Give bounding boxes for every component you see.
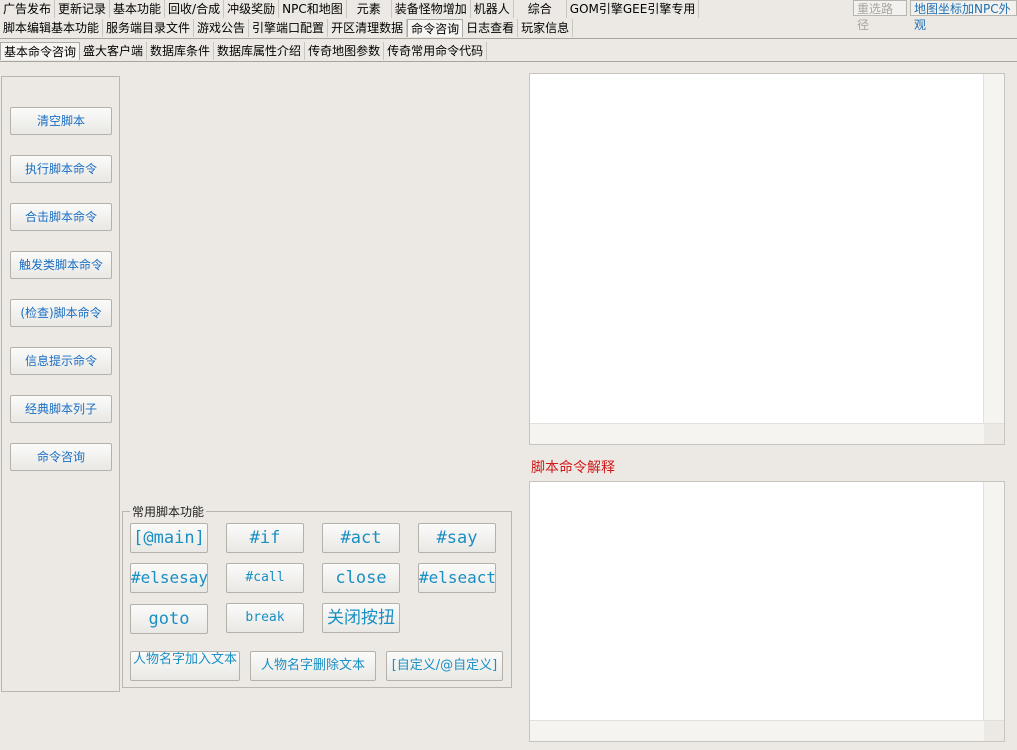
message-command-button[interactable]: 信息提示命令 xyxy=(10,347,112,375)
reselect-path-button[interactable]: 重选路径 xyxy=(853,0,907,32)
tab-npc-map[interactable]: NPC和地图 xyxy=(279,0,347,18)
custom-label-button[interactable]: [自定义/@自定义] xyxy=(386,651,503,681)
subtab-db-attributes[interactable]: 数据库属性介绍 xyxy=(214,42,306,60)
tab-robot[interactable]: 机器人 xyxy=(470,0,514,18)
tab-clear-data[interactable]: 开区清理数据 xyxy=(328,19,408,37)
explanation-textarea[interactable] xyxy=(529,481,1005,742)
tab-server-directory[interactable]: 服务端目录文件 xyxy=(103,19,195,37)
tab-player-info[interactable]: 玩家信息 xyxy=(518,19,574,37)
tab-update-log[interactable]: 更新记录 xyxy=(55,0,111,18)
combo-script-button[interactable]: 合击脚本命令 xyxy=(10,203,112,231)
command-consult-button[interactable]: 命令咨询 xyxy=(10,443,112,471)
clear-script-button[interactable]: 清空脚本 xyxy=(10,107,112,135)
tab-script-edit[interactable]: 脚本编辑基本功能 xyxy=(0,19,104,37)
command-explanation-label: 脚本命令解释 xyxy=(531,460,615,476)
subtab-shanda-client[interactable]: 盛大客户端 xyxy=(80,42,148,60)
if-button[interactable]: #if xyxy=(226,523,304,553)
call-button[interactable]: #call xyxy=(226,563,304,593)
elsesay-button[interactable]: #elsesay xyxy=(130,563,208,593)
trigger-script-button[interactable]: 触发类脚本命令 xyxy=(10,251,112,279)
explanation-horizontal-scrollbar[interactable] xyxy=(530,720,1004,741)
explanation-vertical-scrollbar[interactable] xyxy=(983,482,1004,721)
group-title: 常用脚本功能 xyxy=(130,503,207,520)
tab-element[interactable]: 元素 xyxy=(346,0,392,18)
script-textarea[interactable] xyxy=(529,73,1005,445)
tab-command-consult[interactable]: 命令咨询 xyxy=(407,19,464,37)
act-button[interactable]: #act xyxy=(322,523,400,553)
map-coordinate-button[interactable]: 地图坐标加NPC外观 xyxy=(910,0,1017,32)
check-script-button[interactable]: (检查)脚本命令 xyxy=(10,299,112,327)
sub-tab-row: 基本命令咨询 盛大客户端 数据库条件 数据库属性介绍 传奇地图参数 传奇常用命令代码 xyxy=(0,42,488,61)
close-dialog-button[interactable]: 关闭按扭 xyxy=(322,603,400,633)
elseact-button[interactable]: #elseact xyxy=(418,563,496,593)
subtab-basic-commands[interactable]: 基本命令咨询 xyxy=(0,42,81,60)
subtab-db-conditions[interactable]: 数据库条件 xyxy=(147,42,215,60)
tab-general[interactable]: 综合 xyxy=(513,0,567,18)
remove-name-from-text-button[interactable]: 人物名字删除文本 xyxy=(250,651,376,681)
say-button[interactable]: #say xyxy=(418,523,496,553)
execute-script-button[interactable]: 执行脚本命令 xyxy=(10,155,112,183)
tab-gom-engine[interactable]: GOM引擎GEE引擎专用 xyxy=(566,0,700,18)
tab-recycle[interactable]: 回收/合成 xyxy=(165,0,225,18)
script-tab-row: 脚本编辑基本功能 服务端目录文件 游戏公告 引擎端口配置 开区清理数据 命令咨询 日志查看玩… xyxy=(0,19,574,38)
tab-game-notice[interactable]: 游戏公告 xyxy=(194,19,250,37)
scroll-corner xyxy=(984,721,1004,741)
tab-engine-port[interactable]: 引擎端口配置 xyxy=(249,19,329,37)
classic-examples-button[interactable]: 经典脚本列子 xyxy=(10,395,112,423)
subtab-divider xyxy=(0,61,1017,62)
main-label-button[interactable]: [@main] xyxy=(130,523,208,553)
close-button[interactable]: close xyxy=(322,563,400,593)
main-tab-row: 广告发布 更新记录 基本功能 回收/合成 冲级奖励 NPC和地图 元素 装备怪物增加 机器人 综合… xyxy=(0,0,700,19)
subtab-map-params[interactable]: 传奇地图参数 xyxy=(305,42,385,60)
subtab-common-commands[interactable]: 传奇常用命令代码 xyxy=(384,42,488,60)
tab-ad[interactable]: 广告发布 xyxy=(0,0,56,18)
tab-basic-functions[interactable]: 基本功能 xyxy=(110,0,166,18)
tab-equipment-monster[interactable]: 装备怪物增加 xyxy=(391,0,471,18)
script-vertical-scrollbar[interactable] xyxy=(983,74,1004,424)
break-button[interactable]: break xyxy=(226,603,304,633)
script-horizontal-scrollbar[interactable] xyxy=(530,423,1004,444)
tab-divider xyxy=(0,38,1017,39)
scroll-corner xyxy=(984,424,1004,444)
tab-level-reward[interactable]: 冲级奖励 xyxy=(224,0,280,18)
add-name-to-text-button[interactable]: 人物名字加入文本 xyxy=(130,651,240,681)
tab-log-view[interactable]: 日志查看 xyxy=(463,19,519,37)
goto-button[interactable]: goto xyxy=(130,604,208,634)
